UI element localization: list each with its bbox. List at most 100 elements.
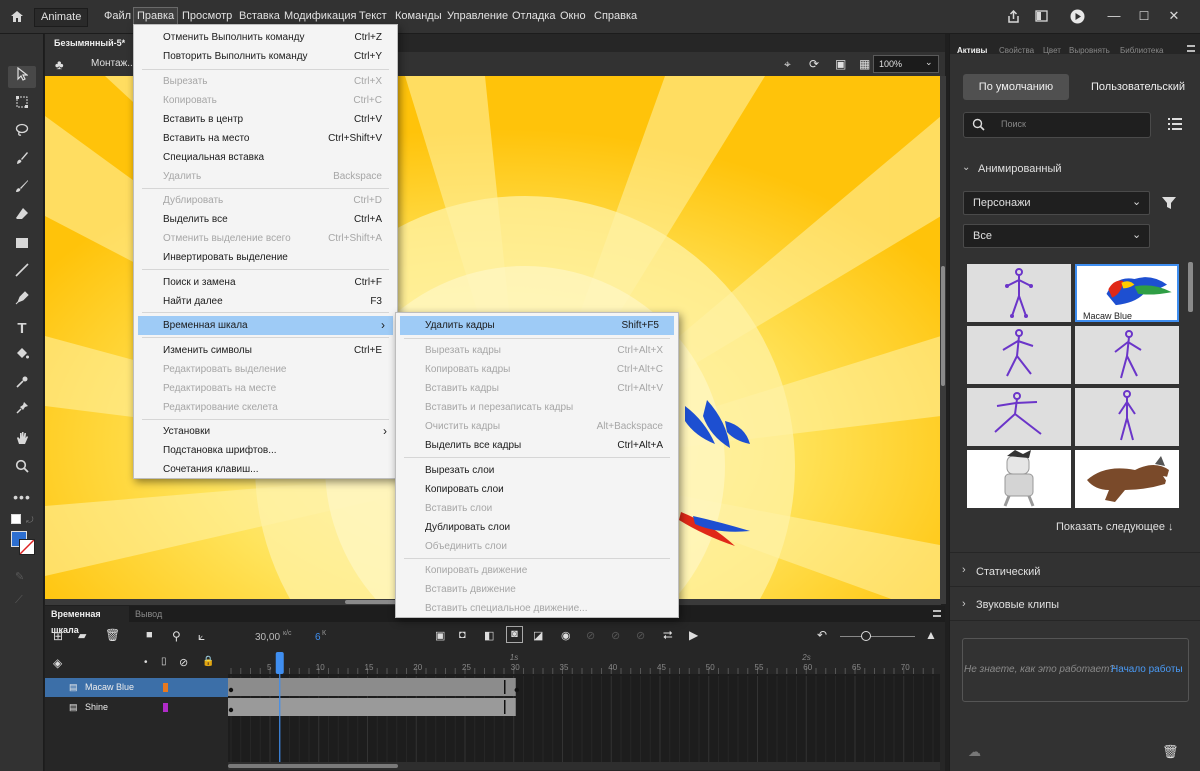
trash-icon[interactable]: 🗑: [1162, 744, 1179, 760]
menu-item-find-next[interactable]: Найти далее F3: [134, 292, 397, 311]
filter-dropdown[interactable]: Все ⌄: [963, 224, 1150, 248]
menu-item-redo[interactable]: Повторить Выполнить команду Ctrl+Y: [134, 47, 397, 66]
delete-layer-icon[interactable]: 🗑: [105, 628, 120, 642]
submenu-item-select-all-frames[interactable]: Выделить все кадры Ctrl+Alt+A: [396, 436, 678, 455]
camera-stage-icon[interactable]: ▦: [859, 57, 870, 71]
menu-item-font-mapping[interactable]: Подстановка шрифтов...: [134, 441, 397, 460]
category-dropdown[interactable]: Персонажи ⌄: [963, 191, 1150, 215]
assets-search-input[interactable]: Поиск: [963, 112, 1151, 138]
help-link[interactable]: Начало работы: [1111, 664, 1183, 675]
timeline-scrollbar[interactable]: [228, 762, 940, 770]
stage-vertical-scrollbar[interactable]: [940, 76, 946, 604]
more-tools-icon[interactable]: •••: [8, 486, 36, 508]
menu-item-keyboard-shortcuts[interactable]: Сочетания клавиш...: [134, 460, 397, 479]
maximize-icon[interactable]: ☐: [1137, 9, 1151, 23]
loop-icon[interactable]: ⮂: [663, 628, 673, 643]
asset-thumb-mummy[interactable]: [967, 450, 1071, 508]
center-stage-icon[interactable]: ⌖: [784, 57, 791, 72]
menu-item-paste-center[interactable]: Вставить в центр Ctrl+V: [134, 110, 397, 129]
layer-color-swatch[interactable]: [163, 683, 168, 692]
asset-thumb-skeleton-5[interactable]: [1075, 388, 1179, 446]
menu-modify[interactable]: Модификация: [284, 10, 357, 22]
layer-parenting-icon[interactable]: ⚲: [172, 629, 181, 643]
asset-thumb-skeleton-1[interactable]: [967, 264, 1071, 322]
pen-tool-icon[interactable]: [8, 290, 36, 312]
paint-bucket-tool-icon[interactable]: [8, 346, 36, 368]
free-transform-tool-icon[interactable]: [8, 94, 36, 116]
outline-icon[interactable]: ▯: [161, 656, 167, 667]
onion-skin-icon[interactable]: ◉: [561, 629, 571, 642]
layer-name[interactable]: Shine: [85, 698, 108, 717]
menu-item-edit-symbols[interactable]: Изменить символы Ctrl+E: [134, 341, 397, 360]
zoom-dropdown-chevron-icon[interactable]: ⌄: [925, 57, 933, 68]
frames-area[interactable]: 5 10 15 20 25 30 35 40 45 50 55 60 65 70 1s 2s: [228, 652, 940, 764]
menu-file[interactable]: Файл: [104, 10, 131, 22]
undo-icon[interactable]: ↶: [817, 628, 827, 642]
filter-icon[interactable]: [1162, 196, 1176, 213]
menu-text[interactable]: Текст: [359, 10, 387, 22]
submenu-item-duplicate-layers[interactable]: Дублировать слои: [396, 518, 678, 537]
menu-item-preferences[interactable]: Установки ›: [134, 422, 397, 441]
highlight-layers-icon[interactable]: •: [144, 657, 148, 668]
menu-item-paste-special[interactable]: Специальная вставка: [134, 148, 397, 167]
default-colors-icon[interactable]: [11, 514, 21, 524]
new-folder-icon[interactable]: ▰: [78, 629, 86, 642]
camera-icon[interactable]: ■: [146, 629, 153, 641]
menu-commands[interactable]: Команды: [395, 10, 442, 22]
menu-item-select-all[interactable]: Выделить все Ctrl+A: [134, 210, 397, 229]
list-view-icon[interactable]: [1168, 118, 1182, 133]
share-icon[interactable]: [1006, 9, 1020, 26]
panel-menu-icon[interactable]: [1187, 45, 1195, 52]
layer-row-macaw[interactable]: ▤ Macaw Blue: [45, 678, 228, 697]
layer-row-shine[interactable]: ▤ Shine: [45, 698, 228, 717]
cloud-upload-icon[interactable]: ☁: [968, 744, 981, 760]
insert-blank-keyframe-icon[interactable]: ◘: [459, 629, 466, 641]
eyedropper-tool-icon[interactable]: [8, 374, 36, 396]
test-movie-icon[interactable]: [1069, 9, 1085, 27]
eraser-tool-icon[interactable]: [8, 206, 36, 228]
menu-item-undo[interactable]: Отменить Выполнить команду Ctrl+Z: [134, 28, 397, 47]
section-sound-label[interactable]: Звуковые клипы: [976, 599, 1059, 611]
menu-view[interactable]: Просмотр: [182, 10, 232, 22]
asset-thumb-skeleton-4[interactable]: [967, 388, 1071, 446]
frame-size-slider-thumb[interactable]: [861, 631, 871, 641]
new-layer-icon[interactable]: ⊞: [53, 629, 63, 643]
panel-menu-icon[interactable]: [933, 610, 941, 617]
tab-properties[interactable]: Свойства: [999, 46, 1034, 55]
asset-thumb-skeleton-3[interactable]: [1075, 326, 1179, 384]
minimize-icon[interactable]: —: [1107, 9, 1121, 23]
custom-assets-button[interactable]: Пользовательский: [1078, 74, 1198, 100]
menu-insert[interactable]: Вставка: [239, 10, 280, 22]
insert-frame-icon[interactable]: ◧: [484, 629, 494, 642]
menu-item-find-replace[interactable]: Поиск и замена Ctrl+F: [134, 273, 397, 292]
mountain-icon[interactable]: ▲: [925, 628, 937, 642]
default-assets-button[interactable]: По умолчанию: [963, 74, 1069, 100]
menu-control[interactable]: Управление: [447, 10, 508, 22]
scene-label[interactable]: Монтаж...: [91, 58, 136, 69]
smooth-icon[interactable]: ⟋: [15, 594, 23, 607]
timeline-tab[interactable]: Временная шкала: [45, 606, 129, 635]
lock-all-icon[interactable]: 🔒: [202, 656, 214, 667]
menu-item-timeline[interactable]: Временная шкала ›: [138, 316, 393, 335]
section-expand-icon[interactable]: ›: [962, 598, 966, 610]
assets-scrollbar[interactable]: [1188, 262, 1193, 312]
output-tab[interactable]: Вывод: [135, 606, 162, 622]
clip-stage-icon[interactable]: ▣: [835, 57, 846, 71]
insert-keyframe-icon[interactable]: ▣: [435, 629, 445, 642]
submenu-item-cut-layers[interactable]: Вырезать слои: [396, 461, 678, 480]
asset-thumb-werewolf[interactable]: [1075, 450, 1179, 508]
swap-colors-icon[interactable]: ⤾: [26, 515, 34, 526]
section-expand-icon[interactable]: ›: [962, 564, 966, 576]
current-frame-value[interactable]: 6: [315, 632, 321, 643]
pin-tool-icon[interactable]: [8, 400, 36, 422]
close-icon[interactable]: ✕: [1167, 9, 1181, 23]
submenu-item-copy-layers[interactable]: Копировать слои: [396, 480, 678, 499]
submenu-item-remove-frames[interactable]: Удалить кадры Shift+F5: [400, 316, 674, 335]
line-tool-icon[interactable]: [8, 262, 36, 284]
layer-name[interactable]: Macaw Blue: [85, 678, 134, 697]
menu-item-invert-selection[interactable]: Инвертировать выделение: [134, 248, 397, 267]
home-icon[interactable]: [9, 10, 25, 26]
section-static-label[interactable]: Статический: [976, 566, 1040, 578]
tab-color[interactable]: Цвет: [1043, 46, 1061, 55]
hide-all-icon[interactable]: ⊘: [179, 656, 188, 669]
